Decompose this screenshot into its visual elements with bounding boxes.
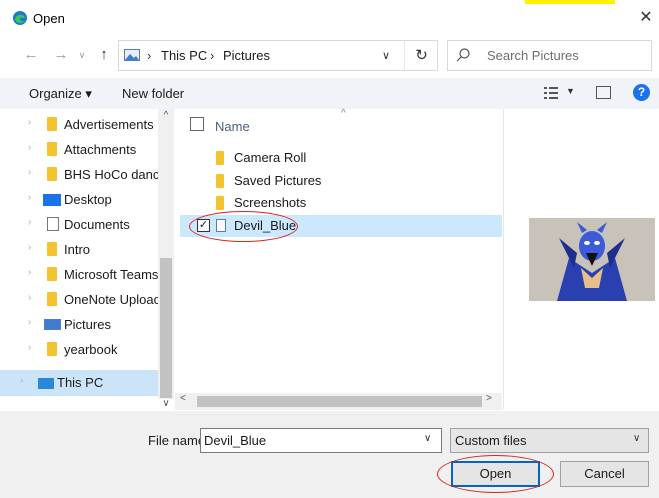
nav-item-label: yearbook <box>64 342 118 357</box>
computer-icon <box>38 378 54 389</box>
nav-item-label: Microsoft Teams <box>64 267 159 282</box>
nav-item-label: Attachments <box>64 142 137 157</box>
folder-icon <box>47 267 57 281</box>
scroll-right-icon[interactable]: > <box>486 393 492 404</box>
documents-icon <box>47 217 59 231</box>
expand-chevron-icon[interactable]: › <box>28 292 31 303</box>
folder-icon <box>47 142 57 156</box>
expand-chevron-icon[interactable]: › <box>28 167 31 178</box>
sort-indicator-icon: ^ <box>341 108 346 119</box>
desktop-icon <box>43 194 61 206</box>
nav-item-label: Documents <box>64 217 130 232</box>
file-row-saved-pictures[interactable]: Saved Pictures <box>180 170 502 192</box>
expand-chevron-icon[interactable]: › <box>28 267 31 278</box>
nav-item-label: Pictures <box>64 317 111 332</box>
scroll-down-icon[interactable]: ∨ <box>158 398 174 412</box>
nav-item-documents[interactable]: › Documents <box>0 212 158 237</box>
nav-item-microsoft-teams[interactable]: › Microsoft Teams <box>0 262 158 287</box>
back-arrow-icon[interactable]: ← <box>22 46 40 64</box>
folder-icon <box>47 117 57 131</box>
file-type-value: Custom files <box>455 433 527 448</box>
file-name: Saved Pictures <box>234 173 322 188</box>
refresh-icon[interactable]: ↻ <box>404 40 438 71</box>
cancel-button[interactable]: Cancel <box>560 461 649 487</box>
recent-locations-chevron-icon[interactable]: ∨ <box>73 46 91 64</box>
breadcrumb-separator: › <box>147 48 152 63</box>
folder-icon <box>47 342 57 356</box>
scroll-up-icon[interactable]: ^ <box>158 110 174 124</box>
file-name-value: Devil_Blue <box>204 433 267 448</box>
nav-item-bhs-hoco[interactable]: › BHS HoCo dance <box>0 162 167 187</box>
file-name: Screenshots <box>234 195 307 210</box>
nav-item-label: BHS HoCo dance <box>64 167 167 182</box>
preview-image <box>529 218 655 301</box>
file-row-camera-roll[interactable]: Camera Roll <box>180 147 502 169</box>
nav-item-advertisements[interactable]: › Advertisements ( <box>0 112 162 137</box>
name-column-header[interactable]: Name <box>215 119 250 134</box>
breadcrumb-pictures[interactable]: Pictures <box>223 48 270 63</box>
up-arrow-icon[interactable]: ↑ <box>95 46 113 64</box>
nav-item-pictures[interactable]: › Pictures <box>0 312 158 337</box>
close-icon[interactable]: ✕ <box>636 8 656 28</box>
file-name: Camera Roll <box>234 150 307 165</box>
window-title: Open <box>33 11 65 26</box>
folder-icon <box>47 167 57 181</box>
nav-item-label: Desktop <box>64 192 112 207</box>
chevron-down-icon[interactable]: ∨ <box>633 433 640 444</box>
nav-item-desktop[interactable]: › Desktop <box>0 187 158 212</box>
expand-chevron-icon[interactable]: › <box>28 142 31 153</box>
nav-item-yearbook[interactable]: › yearbook <box>0 337 158 362</box>
select-all-checkbox[interactable] <box>190 117 204 131</box>
expand-chevron-icon[interactable]: › <box>28 192 31 203</box>
annotation-circle-file <box>189 211 298 242</box>
nav-item-label: Advertisements ( <box>64 117 162 132</box>
search-placeholder: Search Pictures <box>487 48 579 63</box>
expand-chevron-icon[interactable]: › <box>20 375 23 386</box>
horizontal-scrollbar-thumb[interactable] <box>197 396 482 407</box>
nav-item-label: Intro <box>64 242 91 257</box>
nav-item-label: OneNote Uploac <box>64 292 161 307</box>
preview-pane-icon[interactable] <box>596 86 611 99</box>
edge-app-icon <box>13 11 27 25</box>
search-icon <box>456 48 470 62</box>
title-bar <box>0 0 659 36</box>
scroll-left-icon[interactable]: < <box>180 393 186 404</box>
folder-icon <box>216 196 224 210</box>
nav-item-this-pc[interactable]: › This PC <box>0 370 158 396</box>
help-icon[interactable]: ? <box>633 84 650 101</box>
breadcrumb-separator: › <box>210 48 215 63</box>
nav-item-attachments[interactable]: › Attachments <box>0 137 158 162</box>
expand-chevron-icon[interactable]: › <box>28 117 31 128</box>
nav-item-label: This PC <box>57 375 104 390</box>
nav-scrollbar-thumb[interactable] <box>160 258 172 398</box>
pictures-location-icon <box>124 49 140 61</box>
expand-chevron-icon[interactable]: › <box>28 242 31 253</box>
expand-chevron-icon[interactable]: › <box>28 217 31 228</box>
folder-icon <box>216 174 224 188</box>
expand-chevron-icon[interactable]: › <box>28 342 31 353</box>
nav-item-intro[interactable]: › Intro <box>0 237 158 262</box>
nav-item-onenote-uploads[interactable]: › OneNote Uploac <box>0 287 161 312</box>
new-folder-button[interactable]: New folder <box>122 86 184 101</box>
pictures-icon <box>44 319 61 330</box>
expand-chevron-icon[interactable]: › <box>28 317 31 328</box>
chevron-down-icon[interactable]: ∨ <box>424 433 431 444</box>
folder-icon <box>216 151 224 165</box>
highlight-mark <box>525 0 615 4</box>
view-options-icon[interactable] <box>543 85 561 101</box>
breadcrumb-this-pc[interactable]: This PC <box>161 48 207 63</box>
annotation-circle-open <box>437 455 554 493</box>
view-dropdown-icon[interactable]: ▼ <box>566 86 575 96</box>
forward-arrow-icon[interactable]: → <box>52 46 70 64</box>
organize-button[interactable]: Organize ▾ <box>29 86 92 102</box>
folder-icon <box>47 242 57 256</box>
chevron-down-icon[interactable]: ∨ <box>376 47 396 65</box>
folder-icon <box>47 292 57 306</box>
